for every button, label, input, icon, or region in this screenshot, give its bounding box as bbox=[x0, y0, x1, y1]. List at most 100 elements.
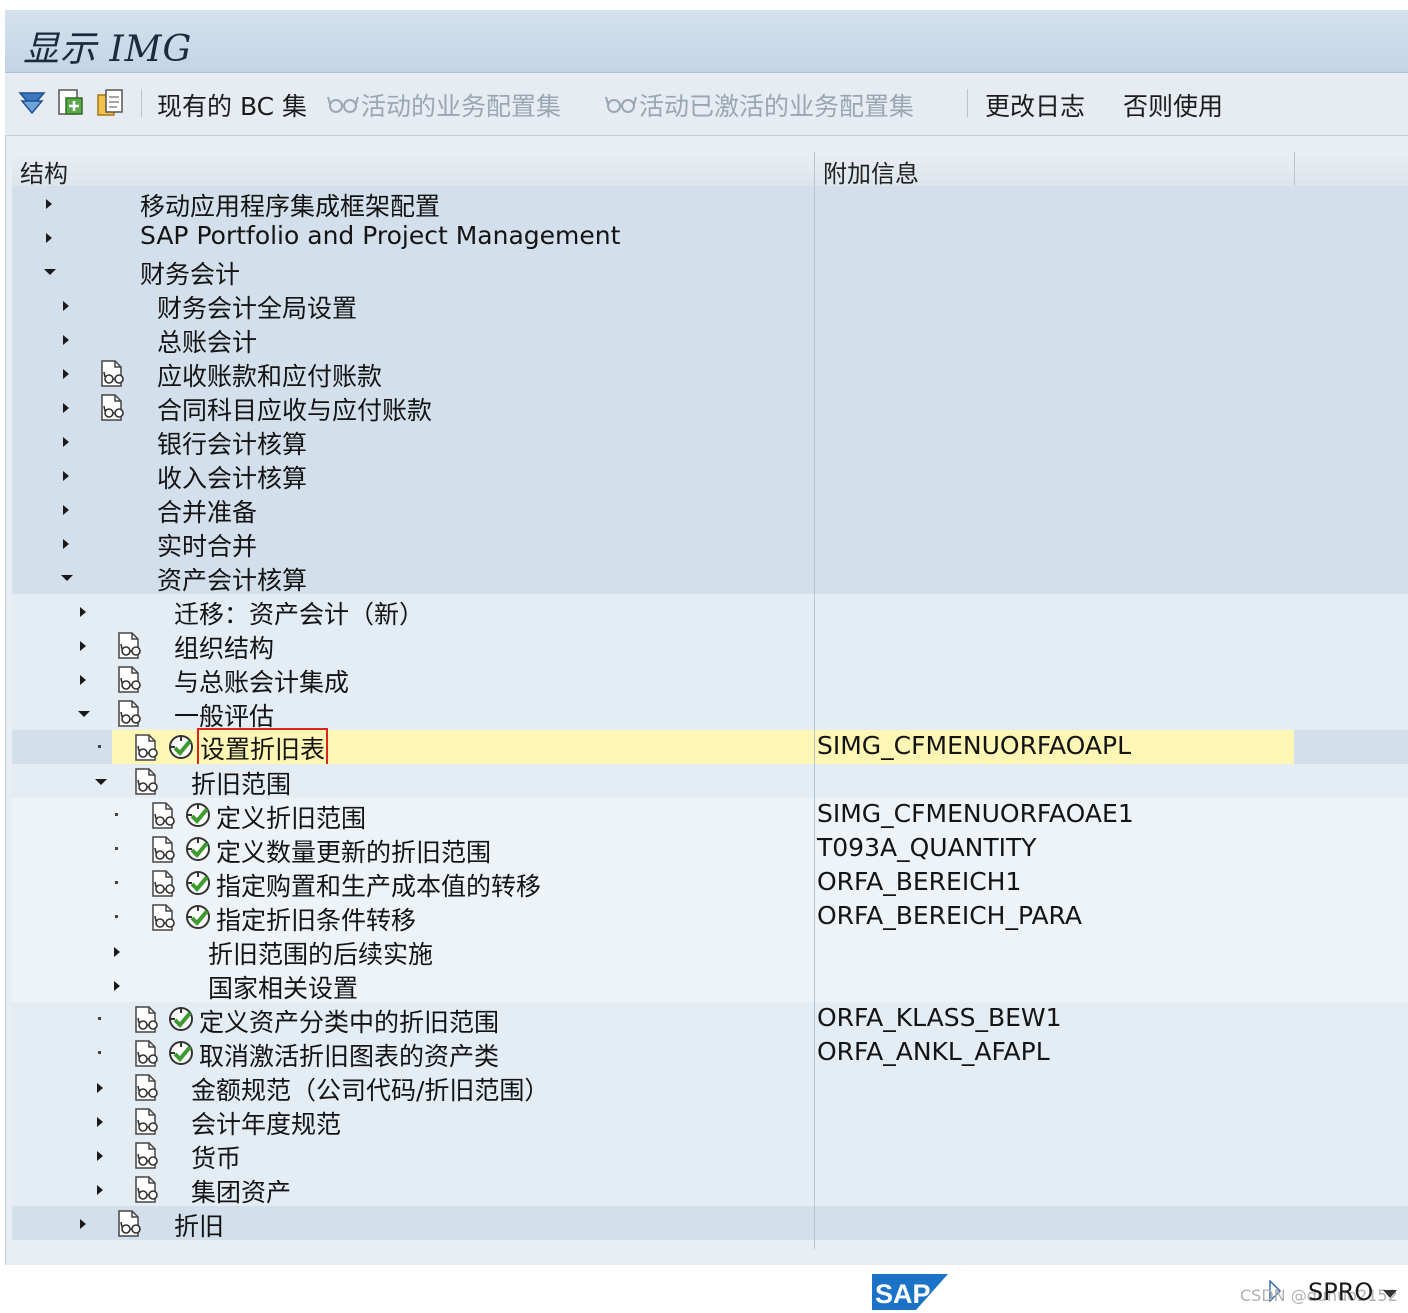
tree-row[interactable]: 国家相关设置 bbox=[12, 968, 1408, 1005]
documentation-icon[interactable] bbox=[116, 1209, 144, 1238]
collapse-arrow-icon[interactable] bbox=[63, 505, 69, 515]
documentation-icon[interactable] bbox=[150, 869, 178, 898]
tree-row[interactable]: 定义数量更新的折旧范围 T093A_QUANTITY bbox=[12, 832, 1408, 869]
tree-node-label[interactable]: 应收账款和应付账款 bbox=[157, 357, 382, 393]
tree-row[interactable]: 收入会计核算 bbox=[12, 458, 1408, 495]
tree-node-label[interactable]: 定义数量更新的折旧范围 bbox=[216, 833, 491, 869]
execute-activity-icon[interactable] bbox=[183, 902, 213, 932]
documentation-icon[interactable] bbox=[150, 801, 178, 830]
documentation-icon[interactable] bbox=[133, 733, 161, 762]
tree-row[interactable]: 指定购置和生产成本值的转移 ORFA_BEREICH1 bbox=[12, 866, 1408, 903]
collapse-arrow-icon[interactable] bbox=[46, 233, 52, 243]
tree-row[interactable]: 银行会计核算 bbox=[12, 424, 1408, 461]
clipboard-icon[interactable] bbox=[95, 87, 125, 119]
collapse-arrow-icon[interactable] bbox=[63, 539, 69, 549]
tree-row[interactable]: 指定折旧条件转移 ORFA_BEREICH_PARA bbox=[12, 900, 1408, 937]
tree-node-label[interactable]: 银行会计核算 bbox=[157, 425, 307, 461]
collapse-arrow-icon[interactable] bbox=[114, 947, 120, 957]
tree-node-label[interactable]: 折旧范围 bbox=[191, 765, 291, 801]
documentation-icon[interactable] bbox=[150, 903, 178, 932]
tree-node-label[interactable]: 会计年度规范 bbox=[191, 1105, 341, 1141]
tree-node-label[interactable]: 组织结构 bbox=[174, 629, 274, 665]
expand-arrow-icon[interactable] bbox=[78, 711, 90, 717]
collapse-arrow-icon[interactable] bbox=[63, 471, 69, 481]
filter-icon[interactable] bbox=[17, 87, 47, 119]
documentation-icon[interactable] bbox=[150, 835, 178, 864]
column-header-additional-info[interactable]: 附加信息 bbox=[823, 154, 919, 189]
tree-row[interactable]: 总账会计 bbox=[12, 322, 1408, 359]
tree-row[interactable]: 与总账会计集成 bbox=[12, 662, 1408, 699]
tree-row[interactable]: 实时合并 bbox=[12, 526, 1408, 563]
documentation-icon[interactable] bbox=[133, 1107, 161, 1136]
expand-arrow-icon[interactable] bbox=[95, 779, 107, 785]
collapse-arrow-icon[interactable] bbox=[80, 641, 86, 651]
tree-row[interactable]: 迁移：资产会计（新） bbox=[12, 594, 1408, 631]
tree-node-label[interactable]: 定义折旧范围 bbox=[216, 799, 366, 835]
tree-node-label[interactable]: 指定折旧条件转移 bbox=[216, 901, 416, 937]
tree-node-label[interactable]: SAP Portfolio and Project Management bbox=[140, 221, 620, 250]
execute-activity-icon[interactable] bbox=[166, 1038, 196, 1068]
tree-row[interactable]: 会计年度规范 bbox=[12, 1104, 1408, 1141]
collapse-arrow-icon[interactable] bbox=[80, 607, 86, 617]
tree-row[interactable]: 定义资产分类中的折旧范围 ORFA_KLASS_BEW1 bbox=[12, 1002, 1408, 1037]
documentation-icon[interactable] bbox=[133, 1141, 161, 1170]
execute-activity-icon[interactable] bbox=[183, 834, 213, 864]
column-separator[interactable] bbox=[814, 152, 815, 186]
documentation-icon[interactable] bbox=[116, 631, 144, 660]
tree-node-label[interactable]: 实时合并 bbox=[157, 527, 257, 563]
tree-node-label[interactable]: 设置折旧表 bbox=[196, 728, 329, 768]
tree-node-label[interactable]: 国家相关设置 bbox=[208, 969, 358, 1005]
execute-activity-icon[interactable] bbox=[166, 732, 196, 762]
documentation-icon[interactable] bbox=[133, 1175, 161, 1204]
chevron-down-icon[interactable] bbox=[1382, 1288, 1398, 1300]
tree-row[interactable]: 合同科目应收与应付账款 bbox=[12, 390, 1408, 427]
expand-arrow-icon[interactable] bbox=[61, 575, 73, 581]
execute-activity-icon[interactable] bbox=[183, 868, 213, 898]
collapse-arrow-icon[interactable] bbox=[97, 1117, 103, 1127]
tree-node-label[interactable]: 取消激活折旧图表的资产类 bbox=[199, 1037, 499, 1073]
tree-node-label[interactable]: 收入会计核算 bbox=[157, 459, 307, 495]
collapse-arrow-icon[interactable] bbox=[97, 1083, 103, 1093]
documentation-icon[interactable] bbox=[99, 393, 127, 422]
tree-node-label[interactable]: 指定购置和生产成本值的转移 bbox=[216, 867, 541, 903]
tree-node-label[interactable]: 金额规范（公司代码/折旧范围） bbox=[191, 1071, 549, 1107]
tree-row[interactable]: 财务会计 bbox=[12, 254, 1408, 289]
collapse-arrow-icon[interactable] bbox=[63, 403, 69, 413]
tree-row[interactable]: 货币 bbox=[12, 1138, 1408, 1173]
collapse-arrow-icon[interactable] bbox=[63, 369, 69, 379]
collapse-arrow-icon[interactable] bbox=[46, 199, 52, 209]
documentation-icon[interactable] bbox=[116, 665, 144, 694]
execute-activity-icon[interactable] bbox=[183, 800, 213, 830]
change-log-button[interactable]: 更改日志 bbox=[985, 87, 1085, 123]
collapse-arrow-icon[interactable] bbox=[114, 981, 120, 991]
tree-node-label[interactable]: 与总账会计集成 bbox=[174, 663, 349, 699]
collapse-arrow-icon[interactable] bbox=[63, 335, 69, 345]
documentation-icon[interactable] bbox=[99, 359, 127, 388]
tree-row[interactable]: 取消激活折旧图表的资产类 ORFA_ANKL_AFAPL bbox=[12, 1036, 1408, 1073]
tree-row[interactable]: 应收账款和应付账款 bbox=[12, 356, 1408, 393]
transport-icon[interactable] bbox=[55, 87, 85, 119]
tree-node-label[interactable]: 迁移：资产会计（新） bbox=[174, 595, 424, 631]
tree-node-label[interactable]: 折旧范围的后续实施 bbox=[208, 935, 433, 971]
tree-row[interactable]: 折旧范围的后续实施 bbox=[12, 934, 1408, 971]
tree-row[interactable]: 一般评估 bbox=[12, 696, 1408, 731]
tree-node-label[interactable]: 合同科目应收与应付账款 bbox=[157, 391, 432, 427]
column-header-structure[interactable]: 结构 bbox=[20, 154, 68, 189]
tree-row[interactable]: 移动应用程序集成框架配置 bbox=[12, 186, 1408, 221]
tree-node-label[interactable]: 资产会计核算 bbox=[157, 561, 307, 597]
tree-row[interactable]: SAP Portfolio and Project Management bbox=[12, 220, 1408, 254]
collapse-arrow-icon[interactable] bbox=[63, 437, 69, 447]
column-separator[interactable] bbox=[1294, 152, 1295, 186]
documentation-icon[interactable] bbox=[133, 1039, 161, 1068]
documentation-icon[interactable] bbox=[133, 1073, 161, 1102]
tree-node-label[interactable]: 财务会计全局设置 bbox=[157, 289, 357, 325]
collapse-arrow-icon[interactable] bbox=[97, 1185, 103, 1195]
collapse-arrow-icon[interactable] bbox=[80, 675, 86, 685]
tree-row[interactable]: 组织结构 bbox=[12, 628, 1408, 665]
existing-bc-sets-button[interactable]: 现有的 BC 集 bbox=[157, 87, 307, 123]
tree-row[interactable]: 资产会计核算 bbox=[12, 560, 1408, 597]
tree-row[interactable]: 合并准备 bbox=[12, 492, 1408, 527]
tree-node-label[interactable]: 总账会计 bbox=[157, 323, 257, 359]
otherwise-use-button[interactable]: 否则使用 bbox=[1123, 87, 1223, 123]
tree-row[interactable]: 折旧 bbox=[12, 1206, 1408, 1241]
